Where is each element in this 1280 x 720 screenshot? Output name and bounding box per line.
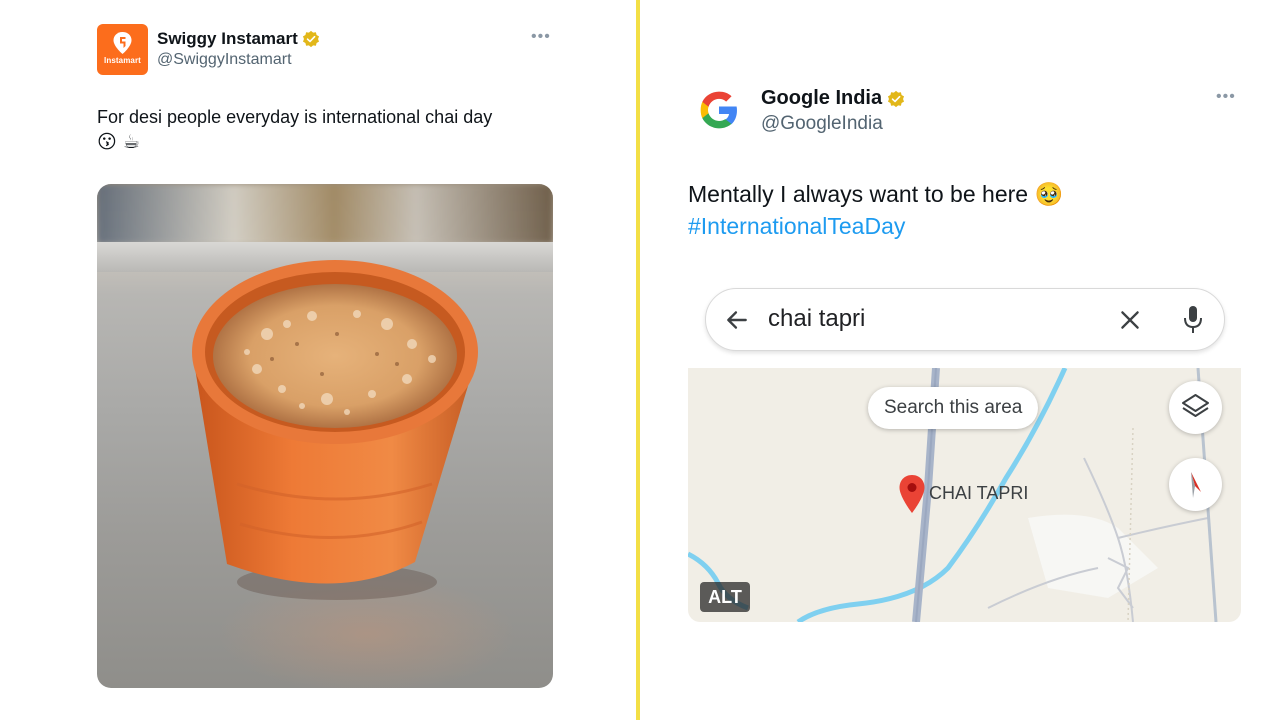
google-india-handle[interactable]: @GoogleIndia bbox=[761, 113, 883, 135]
pin-label[interactable]: CHAI TAPRI bbox=[929, 483, 1028, 504]
swiggy-logo-icon bbox=[113, 32, 132, 54]
google-logo-icon[interactable] bbox=[697, 88, 741, 132]
compass-icon bbox=[1191, 472, 1201, 498]
search-this-area-button[interactable]: Search this area bbox=[868, 387, 1039, 429]
hashtag-link[interactable]: #InternationalTeaDay bbox=[688, 210, 905, 242]
tweet-text: Mentally I always want to be here 🥹 bbox=[688, 181, 1064, 207]
location-pin-icon[interactable] bbox=[898, 474, 926, 514]
hot-beverage-emoji: ☕ bbox=[122, 132, 140, 153]
verified-badge-icon bbox=[302, 30, 319, 48]
back-arrow-icon[interactable] bbox=[724, 307, 750, 333]
google-india-display-name[interactable]: Google India bbox=[761, 87, 905, 110]
search-query[interactable]: chai tapri bbox=[768, 305, 865, 333]
layers-button[interactable] bbox=[1169, 381, 1222, 434]
compass-button[interactable] bbox=[1169, 458, 1222, 511]
kulhad-cup-illustration bbox=[192, 260, 478, 600]
more-options-icon[interactable]: ••• bbox=[1216, 88, 1236, 106]
display-name-text: Swiggy Instamart bbox=[157, 29, 298, 48]
swiggy-avatar[interactable]: Instamart bbox=[97, 24, 148, 75]
alt-text-badge[interactable]: ALT bbox=[700, 582, 750, 612]
layers-icon bbox=[1182, 394, 1209, 417]
mic-icon[interactable] bbox=[1182, 304, 1204, 336]
kulhad-chai-photo[interactable] bbox=[97, 184, 553, 688]
kissing-face-emoji: 😗 bbox=[97, 132, 117, 153]
verified-badge-icon bbox=[888, 90, 905, 107]
maps-search-bar[interactable]: chai tapri bbox=[705, 288, 1225, 351]
swiggy-handle[interactable]: @SwiggyInstamart bbox=[157, 51, 292, 69]
tweet-emoji-row: 😗 ☕ bbox=[97, 131, 140, 154]
swiggy-display-name[interactable]: Swiggy Instamart bbox=[157, 29, 320, 49]
display-name-text: Google India bbox=[761, 87, 883, 109]
more-options-icon[interactable]: ••• bbox=[531, 28, 551, 46]
instamart-badge-text: Instamart bbox=[104, 56, 141, 65]
clear-icon[interactable] bbox=[1117, 307, 1143, 333]
tweet-text: For desi people everyday is internationa… bbox=[97, 107, 493, 127]
